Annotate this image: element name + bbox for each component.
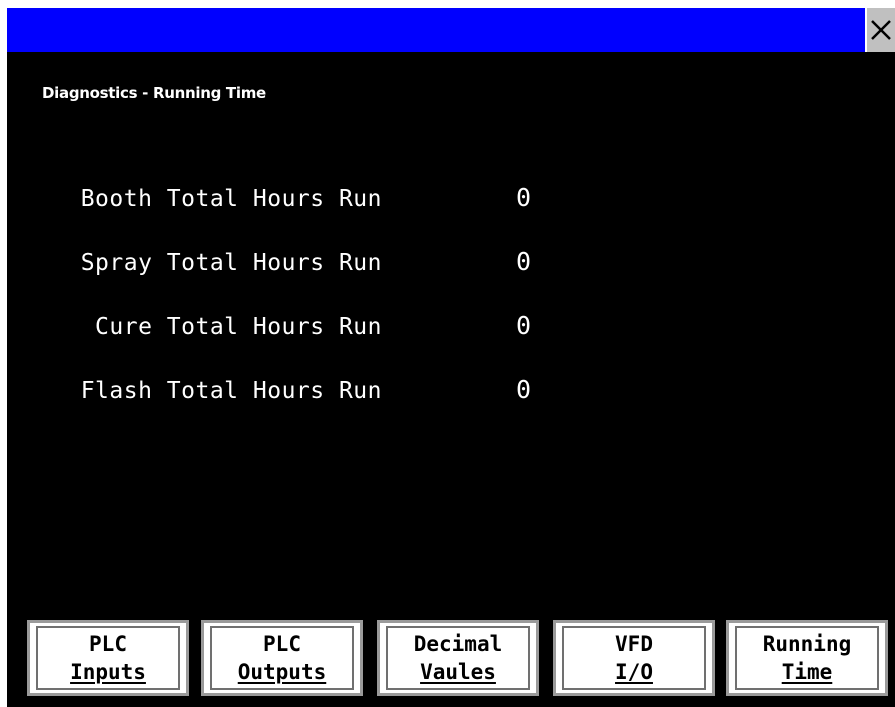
spray-hours-label: Spray Total Hours Run <box>80 250 382 276</box>
plc-inputs-button[interactable]: PLC Inputs <box>27 620 189 696</box>
button-face: PLC Inputs <box>36 626 180 690</box>
running-time-button[interactable]: Running Time <box>726 620 888 696</box>
button-label-line1: PLC <box>89 632 127 656</box>
cure-hours-label: Cure Total Hours Run <box>95 314 382 340</box>
page-title: Diagnostics - Running Time <box>42 84 266 102</box>
button-face: Decimal Vaules <box>386 626 530 690</box>
button-face: VFD I/O <box>562 626 706 690</box>
button-label-line2: Vaules <box>420 660 496 684</box>
button-label-line1: Decimal <box>413 632 503 656</box>
button-label-line2: Outputs <box>237 660 327 684</box>
spray-hours-value: 0 <box>516 247 532 276</box>
button-face: PLC Outputs <box>210 626 354 690</box>
flash-hours-value: 0 <box>516 375 532 404</box>
decimal-values-button[interactable]: Decimal Vaules <box>377 620 539 696</box>
booth-hours-value: 0 <box>516 183 532 212</box>
cure-hours-value: 0 <box>516 311 532 340</box>
title-bar <box>7 8 895 52</box>
button-label-line1: VFD <box>615 632 653 656</box>
booth-hours-label: Booth Total Hours Run <box>80 186 382 212</box>
flash-hours-label: Flash Total Hours Run <box>80 378 382 404</box>
button-label-line2: Inputs <box>70 660 146 684</box>
close-icon <box>871 20 891 40</box>
button-label-line1: PLC <box>263 632 301 656</box>
vfd-io-button[interactable]: VFD I/O <box>553 620 715 696</box>
button-label-line2: I/O <box>615 660 653 684</box>
button-face: Running Time <box>735 626 879 690</box>
button-label-line2: Time <box>781 660 833 684</box>
plc-outputs-button[interactable]: PLC Outputs <box>201 620 363 696</box>
close-button[interactable] <box>865 8 895 52</box>
hmi-screen: Diagnostics - Running Time Booth Total H… <box>7 8 895 707</box>
button-label-line1: Running <box>762 632 852 656</box>
